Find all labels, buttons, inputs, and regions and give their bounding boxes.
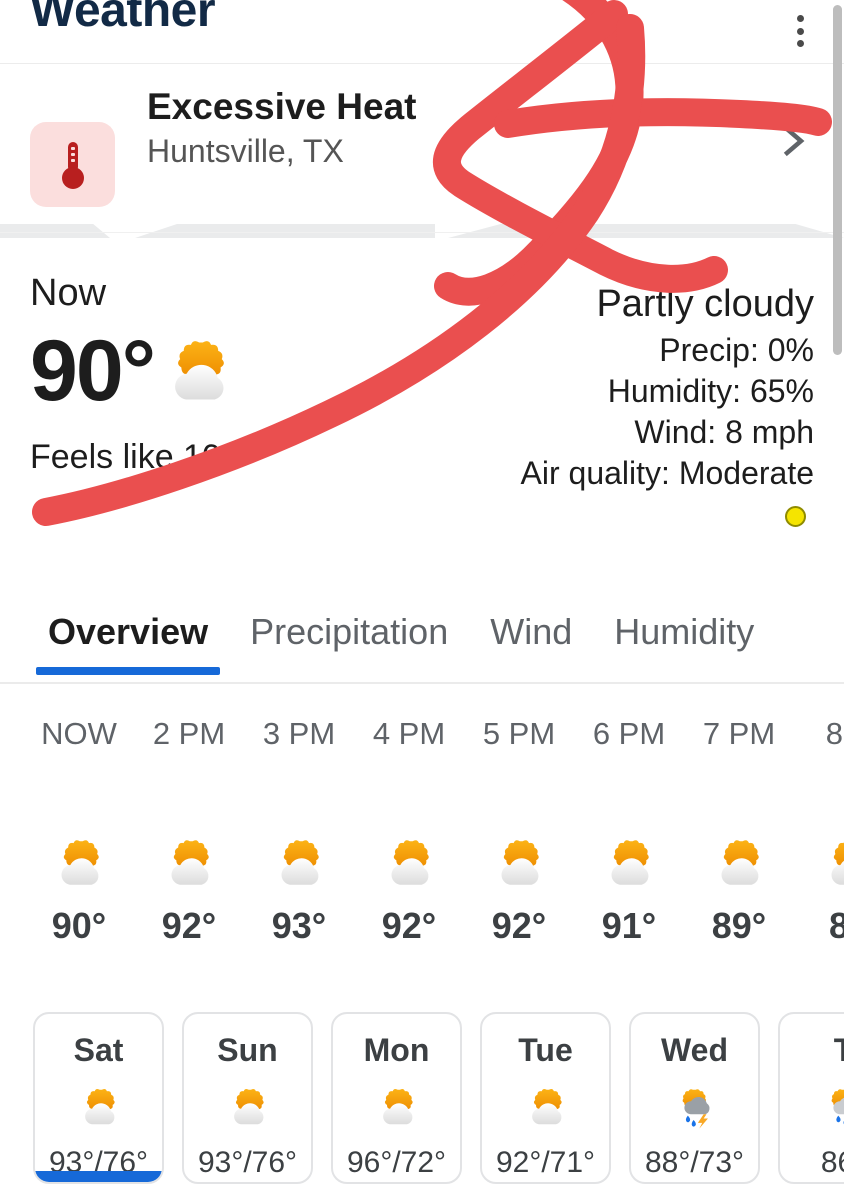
hourly-time: NOW [41, 716, 117, 751]
tab-overview[interactable]: Overview [36, 598, 221, 675]
now-label: Now [30, 272, 107, 314]
partly-cloudy-icon [391, 840, 429, 885]
app-header: Weather [0, 0, 844, 63]
partly-cloudy-icon [501, 840, 539, 885]
daily-card[interactable]: T 86° [778, 1012, 844, 1184]
partly-cloudy-icon [233, 1088, 264, 1125]
tab-wind-label: Wind [490, 611, 573, 652]
daily-card[interactable]: Mon 96°/72° [331, 1012, 462, 1184]
current-conditions: Now 90° Feels like 103° Partly cloudy Pr… [0, 238, 844, 593]
weather-app-screen: Weather Excessive Heat Huntsville, TX No… [0, 0, 844, 1200]
forecast-tabs: Overview Precipitation Wind Humidity [0, 598, 844, 684]
chevron-right-icon[interactable] [777, 122, 811, 160]
hourly-temp: 86 [828, 905, 844, 946]
hourly-time: 7 PM [702, 716, 776, 751]
tab-precipitation-label: Precipitation [250, 611, 449, 652]
vertical-scrollbar[interactable] [833, 5, 842, 355]
hourly-item[interactable]: 3 PM 93° [244, 710, 354, 948]
partly-cloudy-icon [84, 1088, 115, 1125]
day-name: Tue [518, 1032, 573, 1068]
hourly-temp: 92° [491, 905, 547, 946]
daily-forecast-strip[interactable]: Sat 93°/76° Sun 93°/76° Mon 96°/72° Tue … [0, 1012, 844, 1200]
day-temps: 96°/72° [346, 1146, 447, 1179]
alert-icon-background [30, 122, 115, 207]
daily-card[interactable]: Sun 93°/76° [182, 1012, 313, 1184]
hourly-forecast-strip[interactable]: NOW 90° 2 PM 92° 3 PM 93° 4 PM 92° 5 PM … [0, 710, 844, 980]
hourly-item[interactable]: 5 PM 92° [464, 710, 574, 948]
alert-location: Huntsville, TX [147, 133, 344, 169]
hourly-temp: 91° [601, 905, 657, 946]
alert-title: Excessive Heat [147, 86, 417, 127]
partly-cloudy-icon [831, 842, 844, 885]
weather-alert-row[interactable]: Excessive Heat Huntsville, TX [0, 64, 844, 218]
tab-humidity-label: Humidity [614, 611, 755, 652]
hourly-item[interactable]: NOW 90° [24, 710, 134, 948]
page-title: Weather [30, 0, 216, 37]
thermometer-icon [61, 141, 84, 189]
partly-cloudy-icon [382, 1088, 413, 1125]
partly-cloudy-icon [531, 1088, 562, 1125]
thunderstorm-rain-icon [682, 1089, 709, 1129]
hourly-item[interactable]: 7 PM 89° [684, 710, 794, 948]
tab-overview-label: Overview [48, 611, 209, 652]
partly-cloudy-icon [611, 840, 649, 885]
hourly-temp: 89° [711, 905, 767, 946]
day-name: Wed [661, 1032, 728, 1068]
tab-humidity[interactable]: Humidity [614, 598, 754, 656]
hourly-item[interactable]: 4 PM 92° [354, 710, 464, 948]
day-temps: 92°/71° [495, 1146, 596, 1179]
hourly-time: 4 PM [372, 716, 446, 751]
partly-cloudy-icon [61, 840, 99, 885]
hourly-time: 6 PM [592, 716, 666, 751]
current-temperature-row: 90° [30, 323, 236, 419]
humidity-value: Humidity: 65% [607, 373, 814, 409]
day-name: T [834, 1030, 844, 1070]
hourly-temp: 92° [161, 905, 217, 946]
day-name: Mon [363, 1032, 430, 1068]
hourly-time: 8 P [825, 716, 844, 751]
hourly-temp: 90° [51, 905, 107, 946]
day-selected-indicator [35, 1171, 162, 1182]
hourly-item[interactable]: 2 PM 92° [134, 710, 244, 948]
partly-cloudy-icon [175, 341, 224, 400]
kebab-menu-icon[interactable] [790, 12, 810, 50]
current-temperature: 90° [30, 323, 156, 419]
partly-cloudy-icon [171, 840, 209, 885]
wind-value: Wind: 8 mph [634, 414, 814, 450]
sun-rain-icon [831, 1089, 844, 1125]
tabs-divider [0, 682, 844, 684]
feels-like: Feels like 103° [30, 438, 254, 476]
daily-card[interactable]: Wed 88°/73° [629, 1012, 760, 1184]
condition-name: Partly cloudy [596, 283, 814, 325]
precip-value: Precip: 0% [659, 332, 814, 368]
air-quality-value: Air quality: Moderate [520, 455, 814, 491]
section-separator-line [0, 232, 844, 233]
day-temps: 88°/73° [644, 1146, 745, 1179]
hourly-temp: 93° [271, 905, 327, 946]
day-name: Sun [217, 1032, 278, 1068]
day-temps: 93°/76° [197, 1146, 298, 1179]
section-separator [0, 218, 844, 238]
hourly-time: 5 PM [482, 716, 556, 751]
current-details: Partly cloudy Precip: 0% Humidity: 65% W… [521, 278, 814, 527]
partly-cloudy-icon [721, 840, 759, 885]
daily-card[interactable]: Tue 92°/71° [480, 1012, 611, 1184]
tab-wind[interactable]: Wind [490, 598, 572, 656]
air-quality-indicator-dot [785, 506, 806, 527]
hourly-item[interactable]: 8 P 86 [794, 710, 844, 948]
daily-card[interactable]: Sat 93°/76° [33, 1012, 164, 1184]
hourly-temp: 92° [381, 905, 437, 946]
hourly-time: 2 PM [152, 716, 226, 751]
day-temps: 86° [820, 1146, 844, 1179]
hourly-item[interactable]: 6 PM 91° [574, 710, 684, 948]
hourly-time: 3 PM [262, 716, 336, 751]
tab-active-underline [36, 667, 221, 675]
day-name: Sat [73, 1032, 124, 1068]
tab-precipitation[interactable]: Precipitation [250, 598, 448, 656]
partly-cloudy-icon [281, 840, 319, 885]
